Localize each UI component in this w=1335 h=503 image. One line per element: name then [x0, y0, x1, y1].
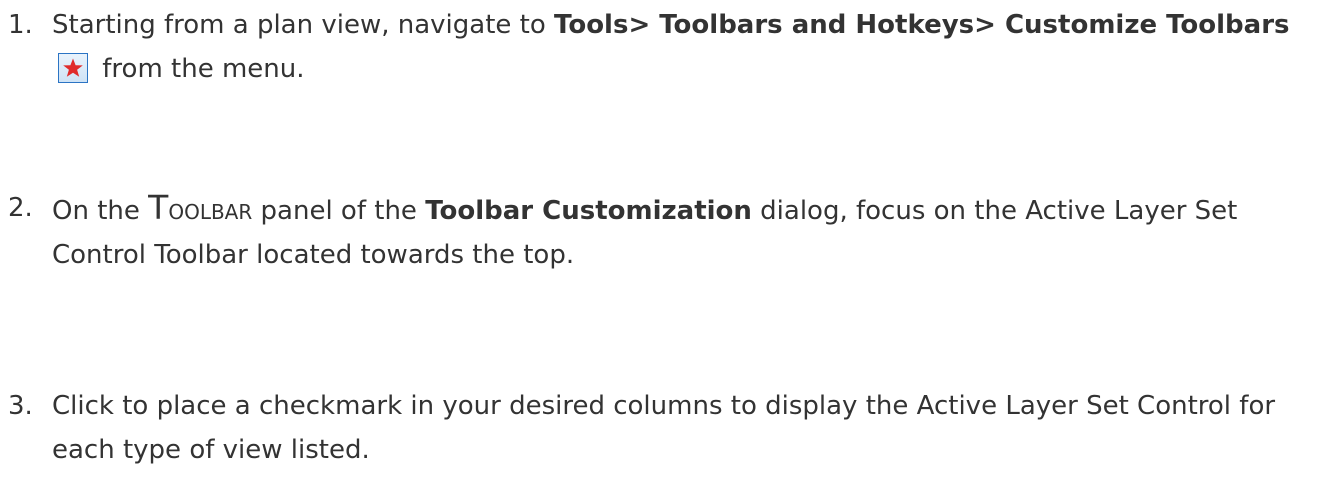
step-text-before: On the [52, 196, 149, 226]
step-number: 3. [8, 391, 33, 421]
step-text: Click to place a checkmark in your desir… [52, 391, 1276, 465]
step-1: 1. Starting from a plan view, navigate t… [0, 3, 1335, 91]
step-text: On the Toolbar panel of the Toolbar Cust… [52, 186, 1322, 277]
step-number: 2. [8, 193, 33, 223]
step-3: 3. Click to place a checkmark in your de… [0, 384, 1335, 472]
step-text-middle: panel of the [252, 196, 426, 226]
step-2: 2. On the Toolbar panel of the Toolbar C… [0, 186, 1335, 277]
menu-path: Tools> Toolbars and Hotkeys> Customize T… [554, 10, 1290, 40]
step-number: 1. [8, 10, 33, 40]
step-text-before: Starting from a plan view, navigate to [52, 10, 555, 40]
toolbar-panel-name: Toolbar [148, 188, 253, 227]
dialog-name: Toolbar Customization [425, 196, 752, 226]
step-text-after: from the menu. [94, 54, 305, 84]
step-text: Starting from a plan view, navigate to T… [52, 3, 1322, 91]
star-icon [63, 58, 83, 77]
customize-toolbars-star-icon [58, 53, 88, 83]
